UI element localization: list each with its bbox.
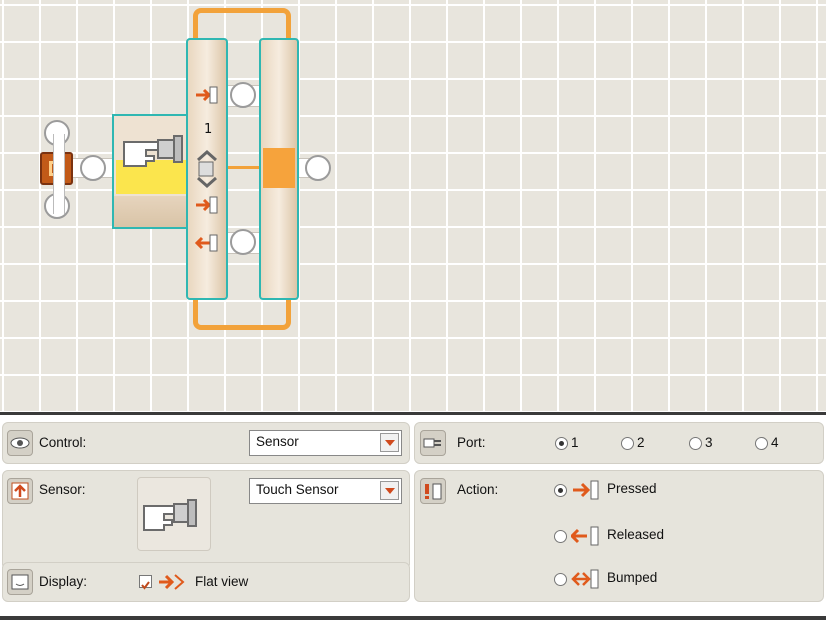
plug-icon — [420, 430, 446, 456]
beam-connector-mid — [80, 155, 106, 181]
case-top-connector — [230, 82, 256, 108]
sensor-dropdown-value: Touch Sensor — [256, 482, 339, 497]
port-radio-2[interactable] — [621, 437, 634, 450]
bumped-icon — [571, 569, 599, 589]
sensor-label: Sensor: — [39, 482, 86, 497]
case-mid-orange-wire — [228, 166, 261, 169]
control-label: Control: — [39, 435, 87, 450]
beam-vertical — [53, 134, 65, 214]
flat-view-checkbox[interactable] — [139, 575, 152, 590]
control-dropdown-value: Sensor — [256, 434, 299, 449]
action-label: Action: — [457, 482, 499, 497]
action-radio-bumped[interactable] — [554, 573, 567, 586]
case-count-label: 1 — [204, 122, 213, 137]
port-option-1: 1 — [571, 435, 579, 450]
action-option-pressed: Pressed — [607, 481, 657, 496]
out-connector — [305, 155, 331, 181]
action-radio-released[interactable] — [554, 530, 567, 543]
flat-view-icon — [159, 574, 185, 590]
pressed-icon — [573, 480, 599, 500]
touch-sensor-block[interactable] — [112, 114, 190, 229]
case-selector-icon[interactable] — [192, 148, 222, 188]
port-radio-3[interactable] — [689, 437, 702, 450]
flat-view-label: Flat view — [195, 574, 249, 589]
sensor-dropdown[interactable]: Touch Sensor — [249, 478, 402, 504]
port-radio-4[interactable] — [755, 437, 768, 450]
switch-block-right[interactable] — [259, 38, 299, 300]
port-radio-1[interactable] — [555, 437, 568, 450]
sensor-up-icon — [7, 478, 33, 504]
panel-top-separator — [0, 412, 826, 415]
action-icon — [420, 478, 446, 504]
data-plug-in-icon — [196, 86, 218, 104]
action-radio-pressed[interactable] — [554, 484, 567, 497]
data-plug-return-icon — [194, 234, 218, 252]
touch-sensor-icon — [143, 499, 197, 531]
display-label: Display: — [39, 574, 88, 589]
control-dropdown[interactable]: Sensor — [249, 430, 402, 456]
port-label: Port: — [457, 435, 486, 450]
case-bottom-connector — [230, 229, 256, 255]
action-option-released: Released — [607, 527, 665, 542]
port-option-4: 4 — [771, 435, 779, 450]
port-option-2: 2 — [637, 435, 645, 450]
released-icon — [571, 526, 599, 546]
chevron-down-icon[interactable] — [380, 433, 399, 452]
chevron-down-icon[interactable] — [380, 481, 399, 500]
action-option-bumped: Bumped — [607, 570, 658, 585]
port-option-3: 3 — [705, 435, 713, 450]
sensor-preview-box — [137, 477, 211, 551]
program-canvas[interactable]: 1 — [0, 0, 826, 412]
config-panel: Control: Sensor Sensor: Touch Sensor Dis… — [0, 412, 826, 620]
panel-bottom-separator — [0, 616, 826, 620]
data-plug-out-icon — [196, 196, 218, 214]
touch-sensor-icon — [123, 135, 183, 167]
display-icon — [7, 569, 33, 595]
eye-icon — [7, 430, 33, 456]
